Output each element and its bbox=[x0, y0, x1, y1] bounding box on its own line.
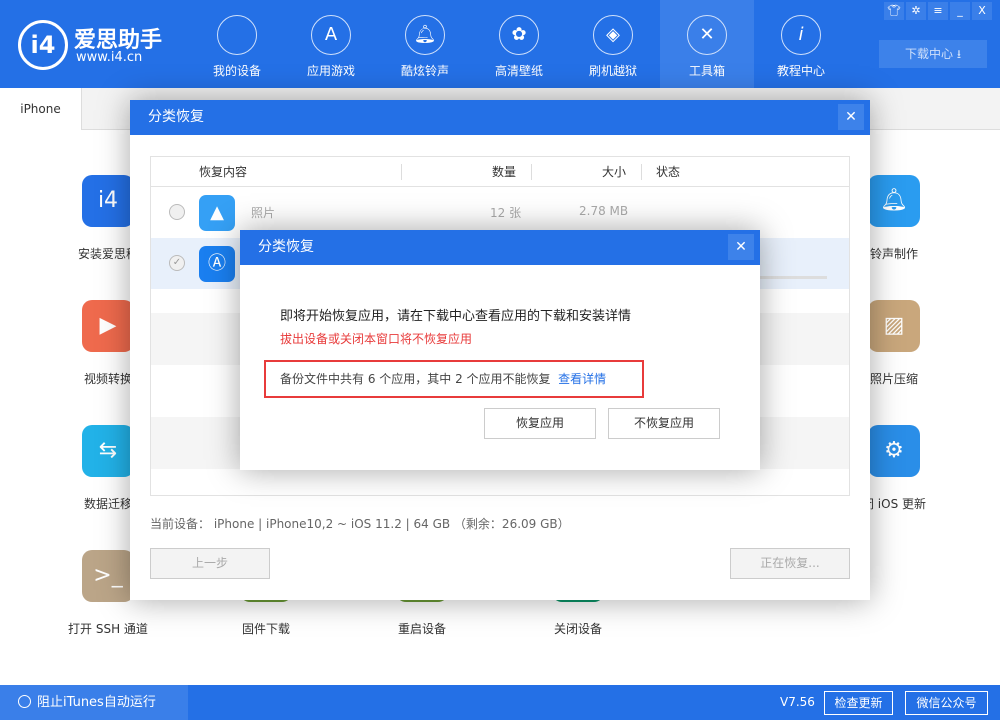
row-size: 2.78 MB bbox=[579, 204, 629, 218]
nav-wallpapers[interactable]: ✿ 高清壁纸 bbox=[472, 0, 566, 88]
row-count: 12 张 bbox=[490, 206, 522, 220]
wechat-button[interactable]: 微信公众号 bbox=[905, 691, 988, 715]
bell-icon: 🔔︎ bbox=[868, 175, 920, 227]
device-info: 当前设备： iPhone | iPhone10,2 ~ iOS 11.2 | 6… bbox=[150, 517, 570, 531]
close-icon[interactable]: X bbox=[972, 2, 992, 20]
block-itunes-label: 阻止iTunes自动运行 bbox=[37, 695, 156, 710]
header: i4 爱思助手 www.i4.cn 我的设备 A 应用游戏 🔔︎ 酷炫铃声 ✿ 高清壁… bbox=[0, 0, 1000, 88]
menu-icon[interactable]: ≡ bbox=[928, 2, 948, 20]
warning-text: 拔出设备或关闭本窗口将不恢复应用 bbox=[280, 332, 473, 346]
nav-label: 酷炫铃声 bbox=[400, 64, 449, 78]
tab-iphone[interactable]: iPhone bbox=[0, 88, 82, 130]
app-store-icon: Ⓐ bbox=[199, 246, 235, 282]
download-center-label: 下载中心 bbox=[904, 47, 953, 61]
terminal-icon: >_ bbox=[82, 550, 134, 602]
table-header: 恢复内容 数量 大小 状态 bbox=[151, 157, 849, 187]
nav-label: 工具箱 bbox=[688, 64, 725, 78]
skin-icon[interactable]: 👕︎ bbox=[884, 2, 904, 20]
back-button[interactable]: 上一步 bbox=[150, 548, 270, 579]
column-header: 大小 bbox=[602, 165, 627, 179]
tool-label: 关闭设备 bbox=[553, 622, 602, 636]
nav-toolbox[interactable]: ✕ 工具箱 bbox=[660, 0, 754, 88]
play-icon: ▶ bbox=[82, 300, 134, 352]
photos-icon: ▲ bbox=[199, 195, 235, 231]
check-update-button[interactable]: 检查更新 bbox=[824, 691, 893, 715]
nav-label: 教程中心 bbox=[776, 64, 825, 78]
restore-apps-button[interactable]: 恢复应用 bbox=[484, 408, 596, 439]
close-icon[interactable]: ✕ bbox=[838, 104, 864, 130]
brand-url: www.i4.cn bbox=[76, 50, 143, 65]
nav-label: 刷机越狱 bbox=[588, 64, 637, 78]
gear-icon: ⚙ bbox=[868, 425, 920, 477]
tool-label: 打开 SSH 通道 bbox=[68, 622, 148, 636]
restoring-button[interactable]: 正在恢复... bbox=[730, 548, 850, 579]
dropbox-icon: ◈ bbox=[593, 15, 633, 55]
i4-icon: i4 bbox=[82, 175, 134, 227]
row-radio[interactable] bbox=[169, 204, 185, 220]
view-details-link[interactable]: 查看详情 bbox=[558, 372, 606, 386]
version-label: V7.56 bbox=[780, 695, 815, 709]
tools-icon: ✕ bbox=[687, 15, 727, 55]
row-name: 照片 bbox=[251, 206, 276, 220]
dialog-title: 分类恢复 bbox=[148, 109, 204, 125]
footer: 阻止iTunes自动运行 V7.56 检查更新 微信公众号 bbox=[0, 685, 1000, 720]
nav-flash[interactable]: ◈ 刷机越狱 bbox=[566, 0, 660, 88]
info-icon: i bbox=[781, 15, 821, 55]
confirm-dialog: 分类恢复 ✕ 即将开始恢复应用，请在下载中心查看应用的下载和安装详情 拔出设备或关… bbox=[240, 230, 760, 470]
confirm-title: 分类恢复 bbox=[258, 239, 314, 255]
close-icon[interactable]: ✕ bbox=[728, 234, 754, 260]
block-itunes-toggle[interactable]: 阻止iTunes自动运行 bbox=[0, 685, 188, 720]
tool-label: 重启设备 bbox=[397, 622, 446, 636]
nav-apps[interactable]: A 应用游戏 bbox=[284, 0, 378, 88]
app-store-icon: A bbox=[311, 15, 351, 55]
nav-label: 高清壁纸 bbox=[494, 64, 543, 78]
logo: i4 bbox=[18, 20, 68, 70]
column-header: 恢复内容 bbox=[199, 165, 248, 179]
minimize-icon[interactable]: _ bbox=[950, 2, 970, 20]
skip-restore-button[interactable]: 不恢复应用 bbox=[608, 408, 720, 439]
tool-label: 固件下载 bbox=[241, 622, 290, 636]
download-icon: ⭳ bbox=[956, 47, 962, 61]
column-header: 状态 bbox=[656, 165, 681, 179]
nav-label: 应用游戏 bbox=[306, 64, 355, 78]
flower-icon: ✿ bbox=[499, 15, 539, 55]
nav-tutorials[interactable]: i 教程中心 bbox=[754, 0, 848, 88]
nav-label: 我的设备 bbox=[212, 64, 261, 78]
confirm-message: 即将开始恢复应用，请在下载中心查看应用的下载和安装详情 bbox=[280, 309, 632, 324]
nav-my-device[interactable]: 我的设备 bbox=[190, 0, 284, 88]
radio-icon bbox=[18, 695, 31, 708]
nav-ringtones[interactable]: 🔔︎ 酷炫铃声 bbox=[378, 0, 472, 88]
column-header: 数量 bbox=[492, 165, 517, 179]
row-radio-checked[interactable]: ✓ bbox=[169, 255, 185, 271]
bell-icon: 🔔︎ bbox=[405, 15, 445, 55]
download-center-button[interactable]: 下载中心 ⭳ bbox=[879, 40, 987, 68]
gear-icon[interactable]: ✲ bbox=[906, 2, 926, 20]
image-icon: ▨ bbox=[868, 300, 920, 352]
app-count-note: 备份文件中共有 6 个应用，其中 2 个应用不能恢复 bbox=[280, 372, 551, 386]
migrate-icon: ⇆ bbox=[82, 425, 134, 477]
apple-icon bbox=[217, 15, 257, 55]
